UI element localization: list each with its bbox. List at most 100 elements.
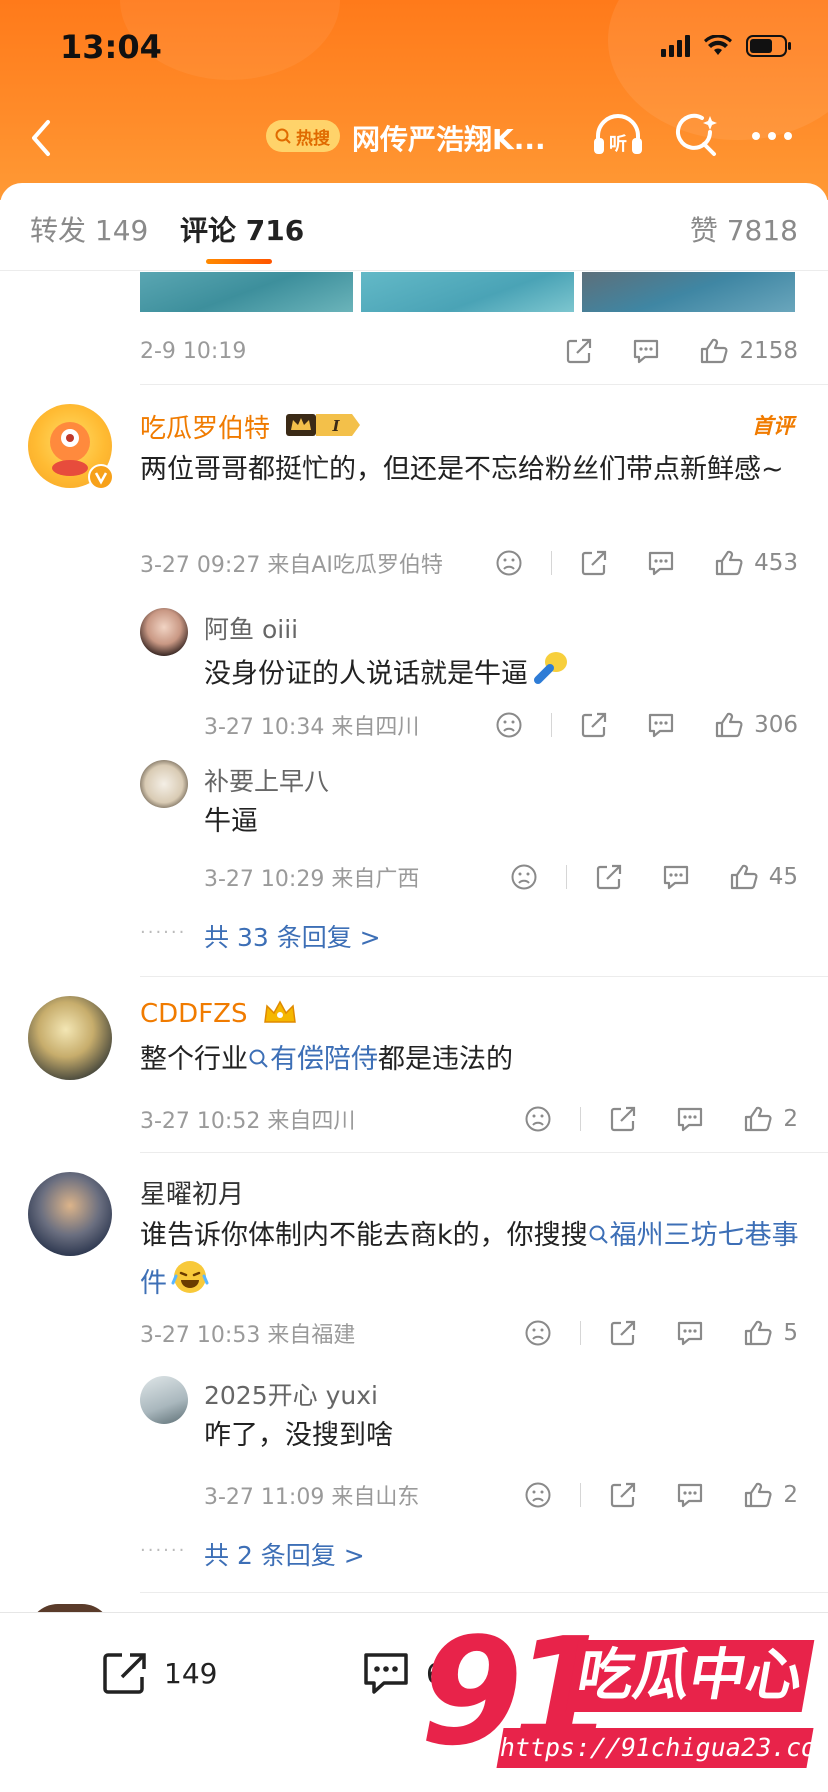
comment-date: 3-27 10:53 来自福建: [140, 1323, 356, 1348]
share-icon: [103, 1653, 146, 1694]
like-count: 5: [783, 1320, 798, 1346]
share-icon[interactable]: [609, 1481, 637, 1509]
battery-icon: [746, 34, 792, 58]
page-title[interactable]: 网传严浩翔K...: [352, 118, 546, 158]
popsicle-emoji-icon: [530, 648, 570, 702]
like-count: 306: [754, 712, 798, 738]
watermark-logo: 91 吃瓜中心 https://91chigua23.com: [420, 1606, 828, 1785]
avatar[interactable]: [140, 1376, 188, 1424]
comment-image[interactable]: [140, 272, 353, 312]
tab-likes[interactable]: 赞 7818: [690, 209, 798, 249]
reply-date: 3-27 10:29 来自广西: [204, 867, 420, 892]
comment-icon: [364, 1653, 408, 1694]
reply-meta-row: 3-27 11:09 来自山东 2: [204, 1478, 798, 1512]
more-replies-link[interactable]: 共 2 条回复 >: [204, 1536, 365, 1572]
share-icon[interactable]: [580, 549, 608, 577]
comment-text: 整个行业 有偿陪侍都是违法的: [140, 1044, 513, 1075]
hot-search-badge[interactable]: 热搜: [266, 120, 340, 152]
reply-meta-row: 3-27 10:34 来自四川 306: [204, 708, 798, 742]
avatar[interactable]: [140, 760, 188, 808]
like-count: 2: [783, 1106, 798, 1132]
dislike-icon[interactable]: [495, 711, 523, 739]
reply-username[interactable]: 阿鱼 oiii: [204, 610, 298, 646]
back-icon[interactable]: [22, 116, 62, 160]
reply-username[interactable]: 补要上早八: [204, 762, 329, 798]
like-button[interactable]: 2158: [699, 337, 798, 365]
tab-repost[interactable]: 转发 149: [30, 209, 148, 249]
first-comment-badge: 首评: [752, 414, 794, 438]
share-icon[interactable]: [609, 1319, 637, 1347]
thumb-up-icon: [745, 1106, 772, 1132]
comment-icon[interactable]: [675, 1481, 705, 1509]
separator: [551, 713, 553, 737]
comment-icon[interactable]: [631, 337, 661, 365]
dislike-icon[interactable]: [524, 1481, 552, 1509]
comment-icon[interactable]: [646, 549, 676, 577]
like-button[interactable]: 2: [743, 1105, 798, 1133]
like-button[interactable]: 453: [714, 549, 798, 577]
reply-text: 没身份证的人说话就是牛逼: [204, 648, 764, 702]
share-icon[interactable]: [565, 337, 593, 365]
thumb-up-icon: [745, 1320, 772, 1346]
comment-icon[interactable]: [675, 1105, 705, 1133]
comment-image[interactable]: [361, 272, 574, 312]
comment-date: 3-27 09:27 来自AI吃瓜罗伯特: [140, 553, 443, 578]
comment-icon[interactable]: [661, 863, 691, 891]
comment-icon[interactable]: [646, 711, 676, 739]
thumb-up-icon: [745, 1482, 772, 1508]
comment-image[interactable]: [582, 272, 795, 312]
watermark-text: 吃瓜中心: [565, 1640, 815, 1712]
like-count: 2: [783, 1482, 798, 1508]
divider: [140, 384, 828, 385]
tab-bar: 转发 149 评论 716 赞 7818: [0, 183, 828, 271]
status-icons: [661, 34, 792, 58]
tab-comments[interactable]: 评论 716: [180, 209, 304, 249]
share-icon[interactable]: [609, 1105, 637, 1133]
like-button[interactable]: 45: [729, 863, 798, 891]
like-button[interactable]: 2: [743, 1481, 798, 1509]
dislike-icon[interactable]: [510, 863, 538, 891]
comment-meta-row: 3-27 09:27 来自AI吃瓜罗伯特 453: [140, 546, 798, 580]
active-tab-indicator: [206, 259, 272, 264]
topic-link[interactable]: 有偿陪侍: [248, 1044, 378, 1075]
thread-dots: ······: [140, 922, 187, 943]
divider: [140, 976, 828, 977]
more-replies-link[interactable]: 共 33 条回复 >: [204, 918, 381, 954]
share-icon[interactable]: [580, 711, 608, 739]
username[interactable]: 星曜初月: [140, 1174, 244, 1211]
username[interactable]: CDDFZS: [140, 998, 298, 1033]
separator: [551, 551, 553, 575]
dislike-icon[interactable]: [524, 1105, 552, 1133]
thumb-up-icon: [730, 864, 758, 890]
repost-button[interactable]: 149: [100, 1649, 217, 1697]
dislike-icon[interactable]: [495, 549, 523, 577]
separator: [580, 1321, 582, 1345]
comment-icon[interactable]: [675, 1319, 705, 1347]
avatar[interactable]: [28, 996, 112, 1080]
more-icon[interactable]: [752, 132, 792, 140]
dislike-icon[interactable]: [524, 1319, 552, 1347]
reply-text: 牛逼: [204, 806, 258, 837]
like-button[interactable]: 5: [743, 1319, 798, 1347]
nav-bar: 热搜 网传严浩翔K... 听: [0, 110, 828, 170]
avatar[interactable]: [28, 1172, 112, 1256]
separator: [580, 1107, 582, 1131]
reply-date: 3-27 11:09 来自山东: [204, 1485, 420, 1510]
divider: [140, 1152, 828, 1153]
listen-headphones-icon[interactable]: 听: [590, 110, 646, 160]
username[interactable]: 吃瓜罗伯特: [140, 408, 270, 445]
reply-date: 3-27 10:34 来自四川: [204, 715, 420, 740]
like-count: 2158: [739, 338, 798, 364]
comment-meta-row: 3-27 10:52 来自四川 2: [140, 1102, 798, 1136]
svg-text:I: I: [331, 417, 340, 435]
share-icon[interactable]: [595, 863, 623, 891]
separator: [565, 865, 567, 889]
search-icon: [275, 128, 291, 144]
like-button[interactable]: 306: [714, 711, 798, 739]
avatar[interactable]: [140, 608, 188, 656]
reply-text: 咋了，没搜到啥: [204, 1420, 393, 1451]
reply-username[interactable]: 2025开心 yuxi: [204, 1376, 378, 1412]
comment-date: 3-27 10:52 来自四川: [140, 1109, 356, 1134]
ai-search-icon[interactable]: [672, 112, 720, 160]
comment-text: 谁告诉你体制内不能去商k的，你搜搜 福州三坊七巷事件: [140, 1214, 800, 1310]
